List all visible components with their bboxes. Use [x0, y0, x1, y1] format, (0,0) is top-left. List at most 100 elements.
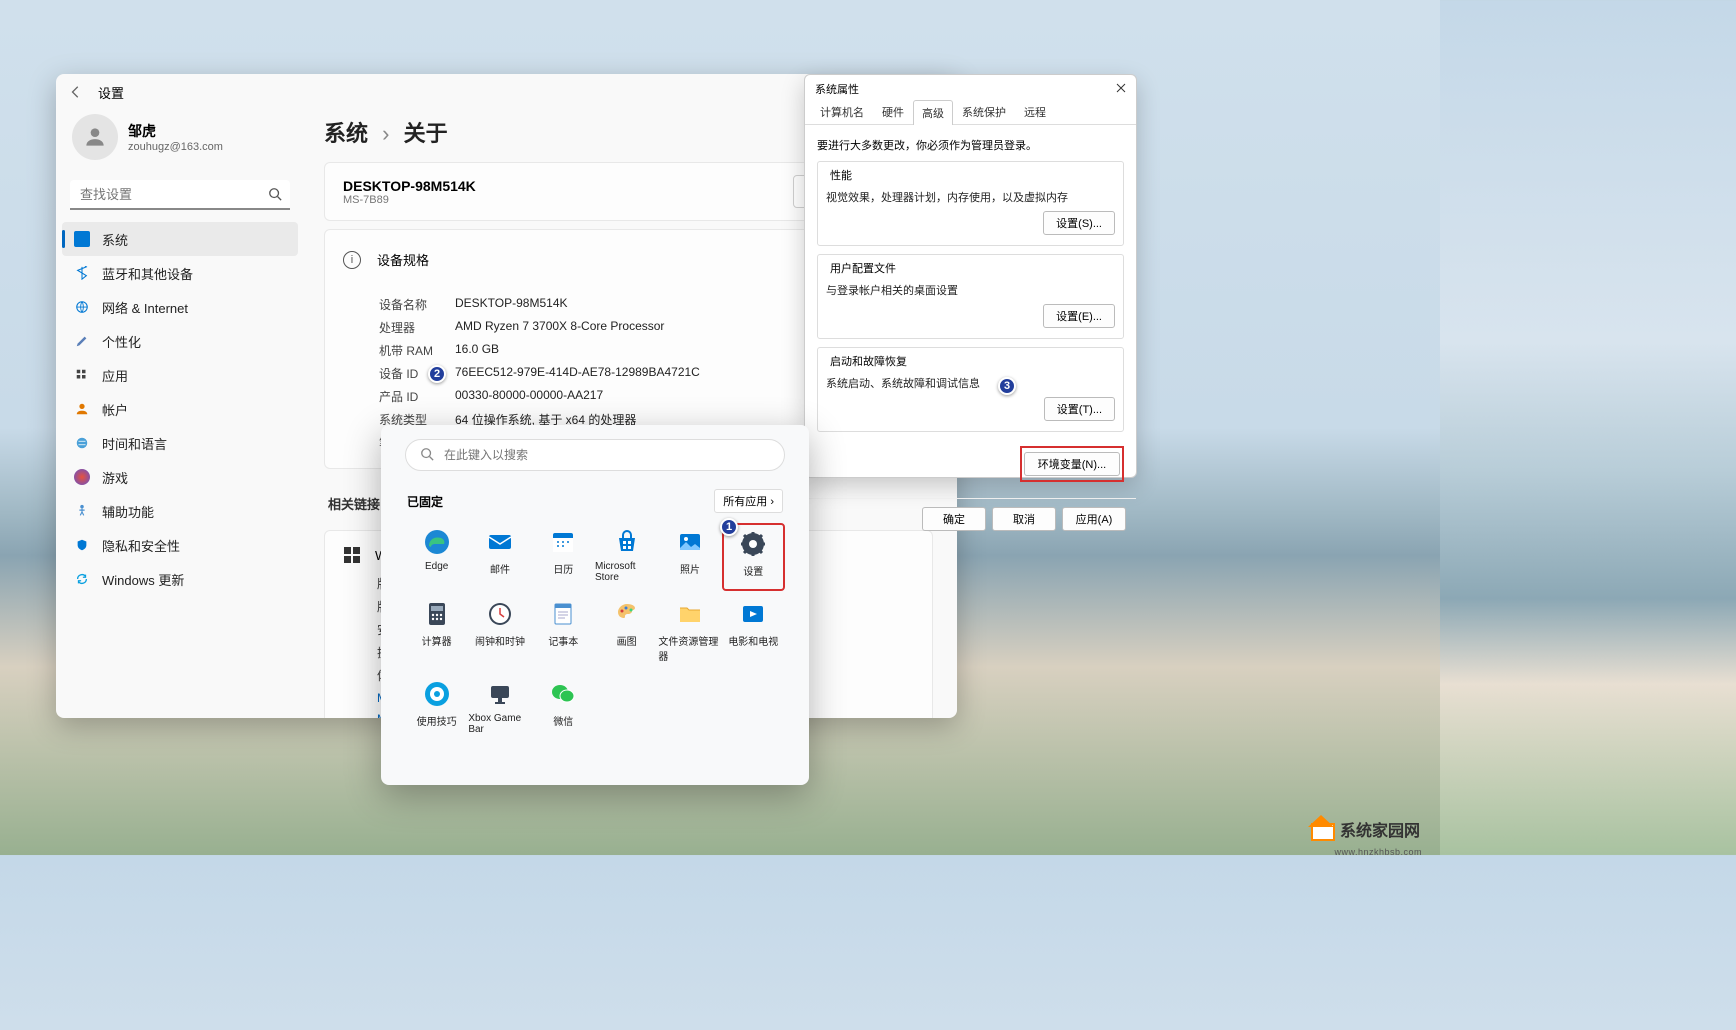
user-profile-group: 用户配置文件 与登录帐户相关的桌面设置 设置(E)... [817, 254, 1124, 339]
shield-icon [74, 537, 90, 553]
profile-block[interactable]: 邹虎 zouhugz@163.com [62, 110, 298, 176]
app-wechat[interactable]: 微信 [532, 675, 595, 743]
app-label: Microsoft Store [595, 561, 658, 583]
app-photos[interactable]: 照片 [658, 523, 721, 591]
app-calendar[interactable]: 日历 [532, 523, 595, 591]
sidebar-item-accounts[interactable]: 帐户 [62, 392, 298, 426]
app-label: 文件资源管理器 [658, 633, 721, 663]
gaming-icon [74, 469, 90, 485]
cancel-button[interactable]: 取消 [992, 507, 1056, 531]
tab-hardware[interactable]: 硬件 [873, 99, 913, 124]
dialog-title: 系统属性 [815, 81, 859, 97]
sidebar-item-label: 隐私和安全性 [102, 536, 180, 555]
app-store[interactable]: Microsoft Store [595, 523, 658, 591]
sidebar-item-time[interactable]: 时间和语言 [62, 426, 298, 460]
app-label: Xbox Game Bar [468, 713, 531, 735]
tab-remote[interactable]: 远程 [1015, 99, 1055, 124]
startup-legend: 启动和故障恢复 [826, 353, 911, 369]
watermark-text: 系统家园网 [1340, 817, 1420, 841]
sidebar-item-label: 应用 [102, 366, 128, 385]
sidebar-item-network[interactable]: 网络 & Internet [62, 290, 298, 324]
environment-variables-highlight: 环境变量(N)... [1020, 446, 1124, 482]
sidebar-item-accessibility[interactable]: 辅助功能 [62, 494, 298, 528]
device-model: MS-7B89 [343, 194, 476, 206]
notepad-icon [548, 599, 578, 629]
user-profile-settings-button[interactable]: 设置(E)... [1043, 304, 1115, 328]
breadcrumb-parent[interactable]: 系统 [324, 121, 368, 146]
app-label: 邮件 [490, 561, 510, 576]
profile-email: zouhugz@163.com [128, 141, 223, 153]
sidebar-item-gaming[interactable]: 游戏 [62, 460, 298, 494]
sidebar-item-label: 网络 & Internet [102, 298, 188, 317]
app-paint[interactable]: 画图 [595, 595, 658, 671]
app-label: 电影和电视 [728, 633, 778, 648]
start-search-input[interactable] [444, 448, 770, 462]
sidebar-item-privacy[interactable]: 隐私和安全性 [62, 528, 298, 562]
chevron-right-icon: › [770, 496, 774, 508]
breadcrumb-current: 关于 [404, 121, 448, 146]
app-xbox[interactable]: Xbox Game Bar [468, 675, 531, 743]
sidebar-item-update[interactable]: Windows 更新 [62, 562, 298, 596]
startup-settings-button[interactable]: 设置(T)... [1044, 397, 1115, 421]
sidebar-item-label: 蓝牙和其他设备 [102, 264, 193, 283]
sidebar-item-system[interactable]: 系统 [62, 222, 298, 256]
performance-settings-button[interactable]: 设置(S)... [1043, 211, 1115, 235]
sidebar-item-bluetooth[interactable]: 蓝牙和其他设备 [62, 256, 298, 290]
sidebar-item-label: 个性化 [102, 332, 141, 351]
info-icon: i [343, 251, 361, 269]
back-arrow-icon[interactable] [68, 84, 84, 100]
network-icon [74, 299, 90, 315]
app-label: 使用技巧 [417, 713, 457, 728]
app-label: 闹钟和时钟 [475, 633, 525, 648]
accessibility-icon [74, 503, 90, 519]
sidebar: 邹虎 zouhugz@163.com 系统 蓝牙和其他设备 网络 & Inter… [56, 110, 306, 718]
sidebar-item-label: 帐户 [102, 400, 128, 419]
all-apps-button[interactable]: 所有应用 › [714, 489, 783, 513]
tab-advanced[interactable]: 高级 [913, 100, 953, 125]
sidebar-item-label: 辅助功能 [102, 502, 154, 521]
globe-icon [74, 435, 90, 451]
sidebar-item-personalize[interactable]: 个性化 [62, 324, 298, 358]
environment-variables-button[interactable]: 环境变量(N)... [1024, 452, 1120, 476]
spec-key: 产品 ID [379, 388, 455, 405]
photos-icon [675, 527, 705, 557]
step-badge-3: 3 [998, 377, 1016, 395]
windows-logo-icon [343, 546, 361, 564]
store-icon [612, 527, 642, 557]
sidebar-item-apps[interactable]: 应用 [62, 358, 298, 392]
app-notepad[interactable]: 记事本 [532, 595, 595, 671]
app-explorer[interactable]: 文件资源管理器 [658, 595, 721, 671]
sidebar-item-label: Windows 更新 [102, 570, 184, 589]
ok-button[interactable]: 确定 [922, 507, 986, 531]
pinned-label: 已固定 [407, 493, 443, 510]
user-profile-legend: 用户配置文件 [826, 260, 900, 276]
start-menu: 已固定 所有应用 › Edge 邮件 日历 Microsoft Store 照片… [381, 425, 809, 785]
app-calculator[interactable]: 计算器 [405, 595, 468, 671]
app-label: 计算器 [422, 633, 452, 648]
performance-desc: 视觉效果，处理器计划，内存使用，以及虚拟内存 [826, 189, 1115, 205]
app-mail[interactable]: 邮件 [468, 523, 531, 591]
related-links-label: 相关链接 [328, 494, 380, 513]
sidebar-item-label: 时间和语言 [102, 434, 167, 453]
app-edge[interactable]: Edge [405, 523, 468, 591]
tab-system-protection[interactable]: 系统保护 [953, 99, 1015, 124]
sidebar-item-label: 系统 [102, 230, 128, 249]
close-icon[interactable] [1114, 83, 1128, 96]
calculator-icon [422, 599, 452, 629]
step-badge-1: 1 [720, 518, 738, 536]
app-label: 照片 [680, 561, 700, 576]
edge-icon [422, 527, 452, 557]
system-properties-dialog: 系统属性 计算机名 硬件 高级 系统保护 远程 要进行大多数更改，你必须作为管理… [804, 74, 1137, 478]
app-tips[interactable]: 使用技巧 [405, 675, 468, 743]
apply-button[interactable]: 应用(A) [1062, 507, 1126, 531]
search-input[interactable] [70, 180, 290, 210]
app-clock[interactable]: 闹钟和时钟 [468, 595, 531, 671]
performance-group: 性能 视觉效果，处理器计划，内存使用，以及虚拟内存 设置(S)... [817, 161, 1124, 246]
app-movies[interactable]: 电影和电视 [722, 595, 785, 671]
search-icon [420, 447, 434, 464]
spec-key: 设备名称 [379, 296, 455, 313]
step-badge-2: 2 [428, 365, 446, 383]
tab-computer-name[interactable]: 计算机名 [811, 99, 873, 124]
performance-legend: 性能 [826, 167, 856, 183]
app-label: 记事本 [548, 633, 578, 648]
